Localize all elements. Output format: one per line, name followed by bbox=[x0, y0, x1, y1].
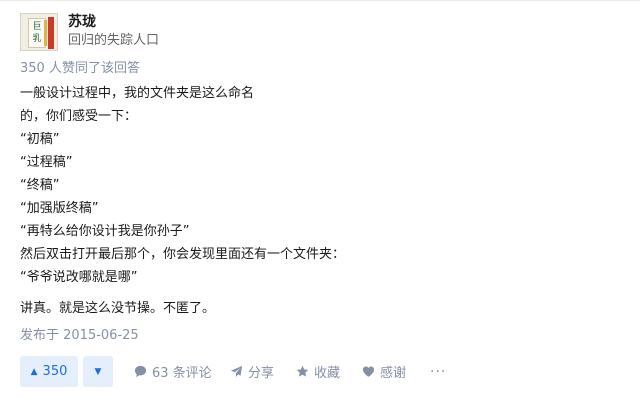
star-icon bbox=[296, 365, 309, 378]
avatar-decoration bbox=[44, 20, 47, 46]
content-line: 的，你们感受一下： bbox=[20, 109, 138, 124]
content-line: “加强版终稿” bbox=[20, 201, 99, 216]
paper-plane-icon bbox=[230, 365, 243, 378]
upvote-button[interactable]: ▲ 350 bbox=[20, 356, 78, 387]
collect-button[interactable]: 收藏 bbox=[296, 356, 340, 387]
more-options-button[interactable]: ··· bbox=[430, 356, 446, 387]
comment-count: 63 条评论 bbox=[152, 366, 212, 381]
author-bio: 回归的失踪人口 bbox=[68, 33, 160, 48]
share-label: 分享 bbox=[248, 366, 275, 381]
comment-button[interactable]: 63 条评论 bbox=[134, 356, 212, 387]
speech-bubble-icon bbox=[134, 365, 147, 378]
share-button[interactable]: 分享 bbox=[230, 356, 274, 387]
upvote-count: 350 bbox=[42, 364, 68, 379]
content-line: “爷爷说改哪就是哪” bbox=[20, 270, 138, 285]
content-line: 讲真。就是这么没节操。不匿了。 bbox=[20, 301, 216, 316]
action-bar: ▲ 350 ▼ 63 条评论 分享 收藏 感谢 ··· bbox=[20, 356, 620, 387]
answer-content: 一般设计过程中，我的文件夹是这么命名 的，你们感受一下： “初稿” “过程稿” … bbox=[20, 82, 620, 320]
content-line: “初稿” bbox=[20, 132, 60, 147]
thanks-label: 感谢 bbox=[380, 366, 407, 381]
content-line: 然后双击打开最后那个，你会发现里面还有一个文件夹： bbox=[20, 247, 346, 262]
author-avatar[interactable]: 巨 乳 bbox=[20, 13, 58, 51]
heart-icon bbox=[362, 365, 375, 378]
top-divider bbox=[0, 0, 640, 1]
content-line: “再特么给你设计我是你孙子” bbox=[20, 224, 190, 239]
downvote-button[interactable]: ▼ bbox=[83, 356, 113, 387]
triangle-down-icon: ▼ bbox=[94, 366, 102, 377]
content-line: “终稿” bbox=[20, 178, 60, 193]
avatar-glyph-top: 巨 bbox=[32, 22, 42, 32]
avatar-decoration-red bbox=[48, 17, 54, 49]
content-line: 一般设计过程中，我的文件夹是这么命名 bbox=[20, 86, 255, 101]
publish-date[interactable]: 发布于 2015-06-25 bbox=[20, 328, 139, 344]
thanks-button[interactable]: 感谢 bbox=[362, 356, 406, 387]
content-line: “过程稿” bbox=[20, 155, 73, 170]
author-name[interactable]: 苏珑 bbox=[68, 13, 96, 31]
upvote-summary: 350 人赞同了该回答 bbox=[20, 61, 140, 76]
avatar-glyph-bottom: 乳 bbox=[32, 34, 42, 44]
triangle-up-icon: ▲ bbox=[30, 366, 38, 377]
collect-label: 收藏 bbox=[314, 366, 341, 381]
